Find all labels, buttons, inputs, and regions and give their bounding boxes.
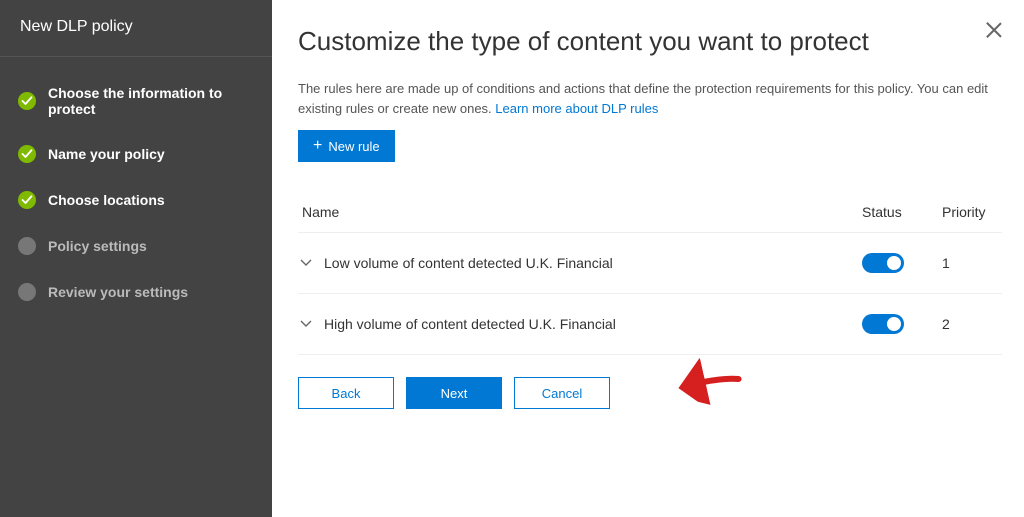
new-rule-label: New rule [328,139,379,154]
back-button[interactable]: Back [298,377,394,409]
wizard-steps: Choose the information to protect Name y… [0,57,272,315]
sidebar-title: New DLP policy [0,0,272,57]
plus-icon: + [313,138,322,154]
wizard-footer: Back Next Cancel [298,377,1002,409]
check-icon [18,145,36,163]
step-label: Policy settings [48,238,147,254]
next-button[interactable]: Next [406,377,502,409]
rule-name: High volume of content detected U.K. Fin… [324,316,862,332]
step-label: Review your settings [48,284,188,300]
table-header: Name Status Priority [298,204,1002,233]
main-panel: Customize the type of content you want t… [272,0,1024,517]
dot-icon [18,237,36,255]
step-policy-settings[interactable]: Policy settings [0,223,272,269]
priority-value: 2 [942,316,1002,332]
status-toggle[interactable] [862,253,904,273]
col-header-status: Status [862,204,942,220]
learn-more-link[interactable]: Learn more about DLP rules [495,101,658,116]
close-icon[interactable] [984,20,1004,40]
check-icon [18,191,36,209]
table-row: Low volume of content detected U.K. Fina… [298,233,1002,294]
priority-value: 1 [942,255,1002,271]
rule-name: Low volume of content detected U.K. Fina… [324,255,862,271]
cancel-button[interactable]: Cancel [514,377,610,409]
rules-table: Name Status Priority Low volume of conte… [298,204,1002,355]
step-label: Name your policy [48,146,165,162]
step-review[interactable]: Review your settings [0,269,272,315]
new-rule-button[interactable]: + New rule [298,130,395,162]
step-label: Choose the information to protect [48,85,254,117]
dot-icon [18,283,36,301]
page-description: The rules here are made up of conditions… [298,79,998,118]
chevron-down-icon[interactable] [298,255,314,271]
page-title: Customize the type of content you want t… [298,26,1002,57]
step-choose-info[interactable]: Choose the information to protect [0,71,272,131]
col-header-name: Name [298,204,862,220]
wizard-sidebar: New DLP policy Choose the information to… [0,0,272,517]
chevron-down-icon[interactable] [298,316,314,332]
status-toggle[interactable] [862,314,904,334]
check-icon [18,92,36,110]
col-header-priority: Priority [942,204,1002,220]
table-row: High volume of content detected U.K. Fin… [298,294,1002,355]
step-label: Choose locations [48,192,165,208]
step-choose-locations[interactable]: Choose locations [0,177,272,223]
step-name-policy[interactable]: Name your policy [0,131,272,177]
